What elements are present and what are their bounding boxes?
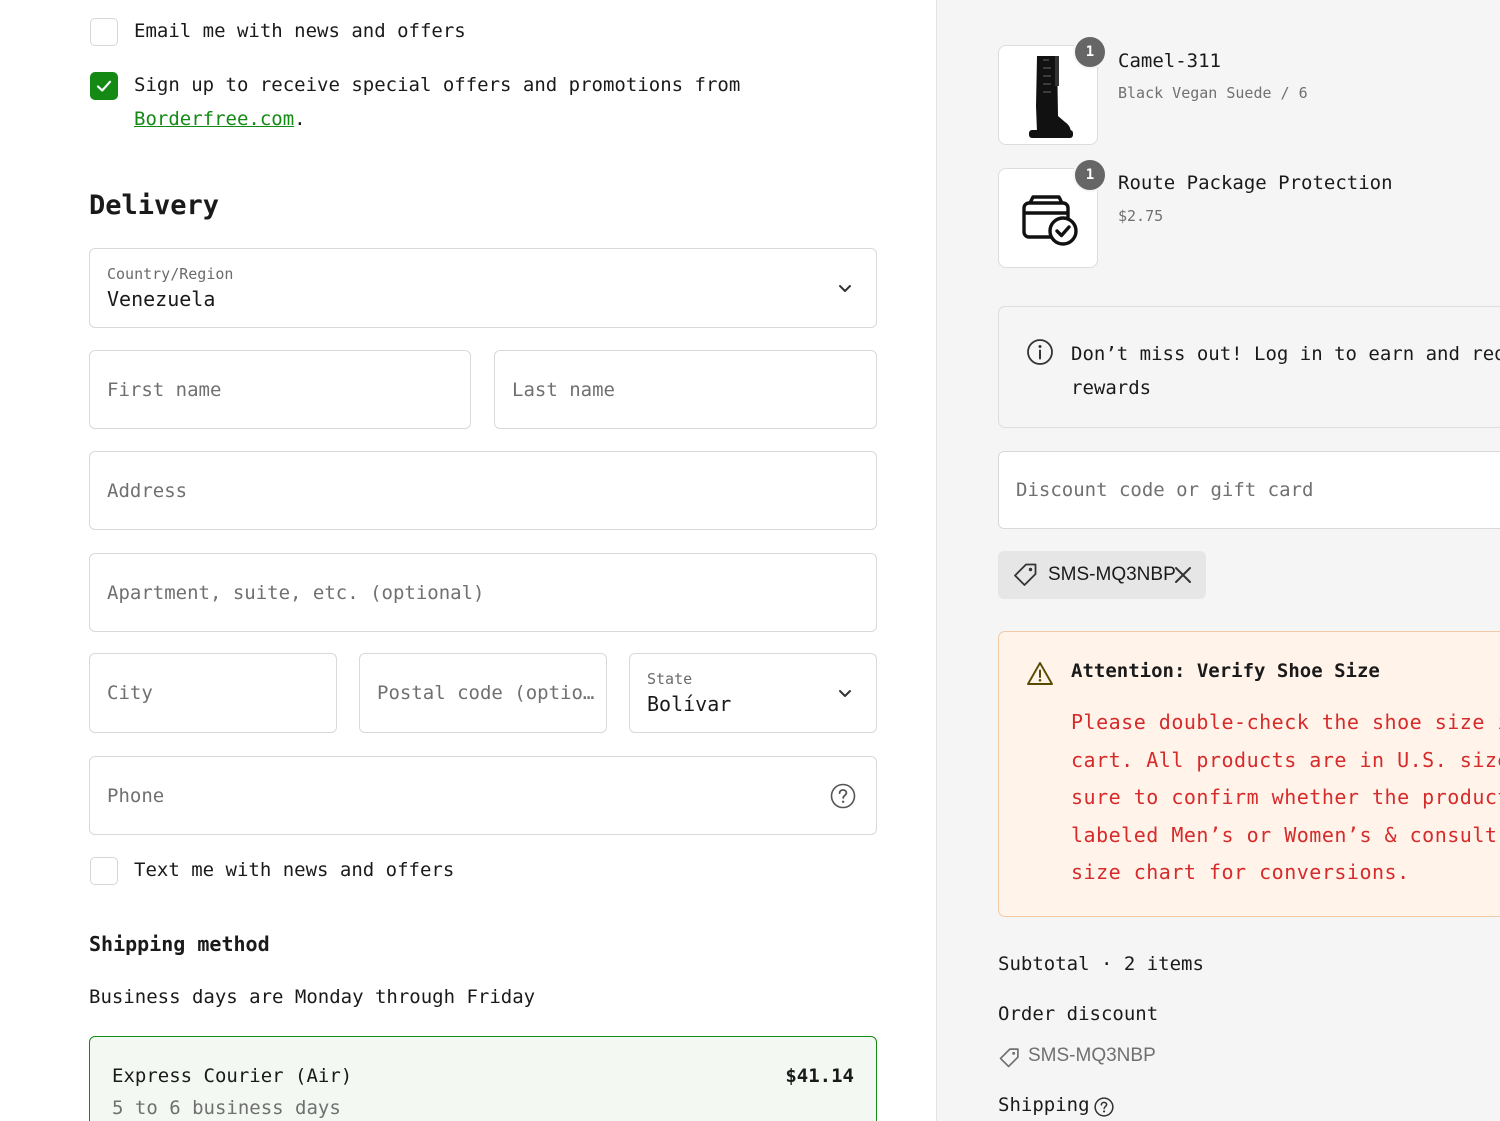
delivery-heading: Delivery [89, 190, 220, 221]
shoe-size-warning: Attention: Verify Shoe Size Please doubl… [998, 631, 1500, 917]
postal-code-placeholder: Postal code (optio… [377, 682, 595, 704]
item-name: Route Package Protection [1118, 172, 1393, 194]
warning-body: Please double-check the shoe size i cart… [1071, 704, 1500, 892]
warning-title: Attention: Verify Shoe Size [1071, 660, 1380, 682]
rewards-line-1: Don’t miss out! Log in to earn and redee [1071, 343, 1500, 365]
borderfree-offers-label: Sign up to receive special offers and pr… [134, 74, 741, 96]
question-circle-icon[interactable] [1094, 1097, 1114, 1117]
checkmark-icon [96, 80, 112, 92]
phone-field[interactable]: Phone [89, 756, 877, 835]
order-discount-label: Order discount [998, 1003, 1159, 1025]
city-field[interactable]: City [89, 653, 337, 733]
chevron-down-icon [839, 690, 851, 697]
last-name-placeholder: Last name [512, 378, 615, 401]
country-label: Country/Region [107, 265, 234, 283]
state-label: State [647, 670, 693, 688]
address-placeholder: Address [107, 479, 188, 502]
discount-code-input[interactable]: Discount code or gift card [998, 451, 1500, 529]
warning-line: size chart for conversions. [1071, 860, 1410, 884]
sms-offers-label: Text me with news and offers [134, 859, 455, 881]
warning-line: sure to confirm whether the product [1071, 785, 1500, 809]
city-placeholder: City [107, 682, 153, 704]
state-value: Bolívar [647, 692, 732, 716]
shipping-note: Business days are Monday through Friday [89, 986, 536, 1008]
tag-icon [1014, 563, 1037, 586]
state-select[interactable]: State Bolívar [629, 653, 877, 733]
item-quantity-badge: 1 [1073, 158, 1107, 192]
subtotal-label: Subtotal · 2 items [998, 953, 1204, 975]
applied-discount-code: SMS-MQ3NBP [1048, 564, 1176, 585]
tag-icon [999, 1048, 1019, 1068]
rewards-notice: Don’t miss out! Log in to earn and redee… [998, 306, 1500, 428]
rewards-text: Don’t miss out! Log in to earn and redee… [1071, 337, 1500, 405]
shipping-option-name: Express Courier (Air) [112, 1065, 353, 1087]
warning-triangle-icon [1027, 662, 1053, 685]
apartment-placeholder: Apartment, suite, etc. (optional) [107, 581, 485, 604]
info-icon [1027, 339, 1053, 365]
rewards-line-2: rewards [1071, 377, 1152, 399]
checkout-form: Email me with news and offers Sign up to… [0, 0, 936, 1121]
apartment-field[interactable]: Apartment, suite, etc. (optional) [89, 553, 877, 632]
borderfree-link-line: Borderfree.com. [134, 108, 306, 130]
email-offers-checkbox[interactable] [90, 18, 118, 46]
postal-code-field[interactable]: Postal code (optio… [359, 653, 607, 733]
borderfree-offers-checkbox[interactable] [90, 72, 118, 100]
last-name-field[interactable]: Last name [494, 350, 877, 429]
first-name-placeholder: First name [107, 378, 222, 401]
question-circle-icon[interactable] [830, 783, 856, 809]
order-summary: 1 Camel-311 Black Vegan Suede / 6 1 Rout… [936, 0, 1500, 1121]
close-icon[interactable] [1174, 566, 1192, 584]
country-value: Venezuela [107, 287, 216, 311]
country-select[interactable]: Country/Region Venezuela [89, 248, 877, 328]
item-name: Camel-311 [1118, 50, 1221, 72]
borderfree-link[interactable]: Borderfree.com [134, 108, 294, 130]
phone-placeholder: Phone [107, 784, 165, 807]
sms-offers-checkbox[interactable] [90, 857, 118, 885]
shipping-method-heading: Shipping method [89, 932, 270, 956]
borderfree-period: . [294, 108, 306, 130]
chevron-down-icon [839, 285, 851, 292]
applied-discount-tag: SMS-MQ3NBP [998, 551, 1206, 599]
first-name-field[interactable]: First name [89, 350, 471, 429]
item-quantity-badge: 1 [1073, 35, 1107, 69]
shipping-label: Shipping [998, 1094, 1090, 1116]
shipping-option-express[interactable]: Express Courier (Air) $41.14 5 to 6 busi… [89, 1036, 877, 1121]
email-offers-label: Email me with news and offers [134, 20, 466, 42]
item-variant: $2.75 [1118, 207, 1164, 225]
item-variant: Black Vegan Suede / 6 [1118, 84, 1308, 102]
discount-placeholder: Discount code or gift card [1016, 479, 1314, 501]
shipping-option-days: 5 to 6 business days [112, 1097, 341, 1119]
warning-line: labeled Men’s or Women’s & consult [1071, 822, 1498, 847]
warning-line: cart. All products are in U.S. size [1071, 747, 1500, 772]
warning-line: Please double-check the shoe size i [1071, 710, 1500, 734]
shipping-option-price: $41.14 [785, 1065, 854, 1087]
order-discount-code: SMS-MQ3NBP [1028, 1045, 1156, 1066]
address-field[interactable]: Address [89, 451, 877, 530]
